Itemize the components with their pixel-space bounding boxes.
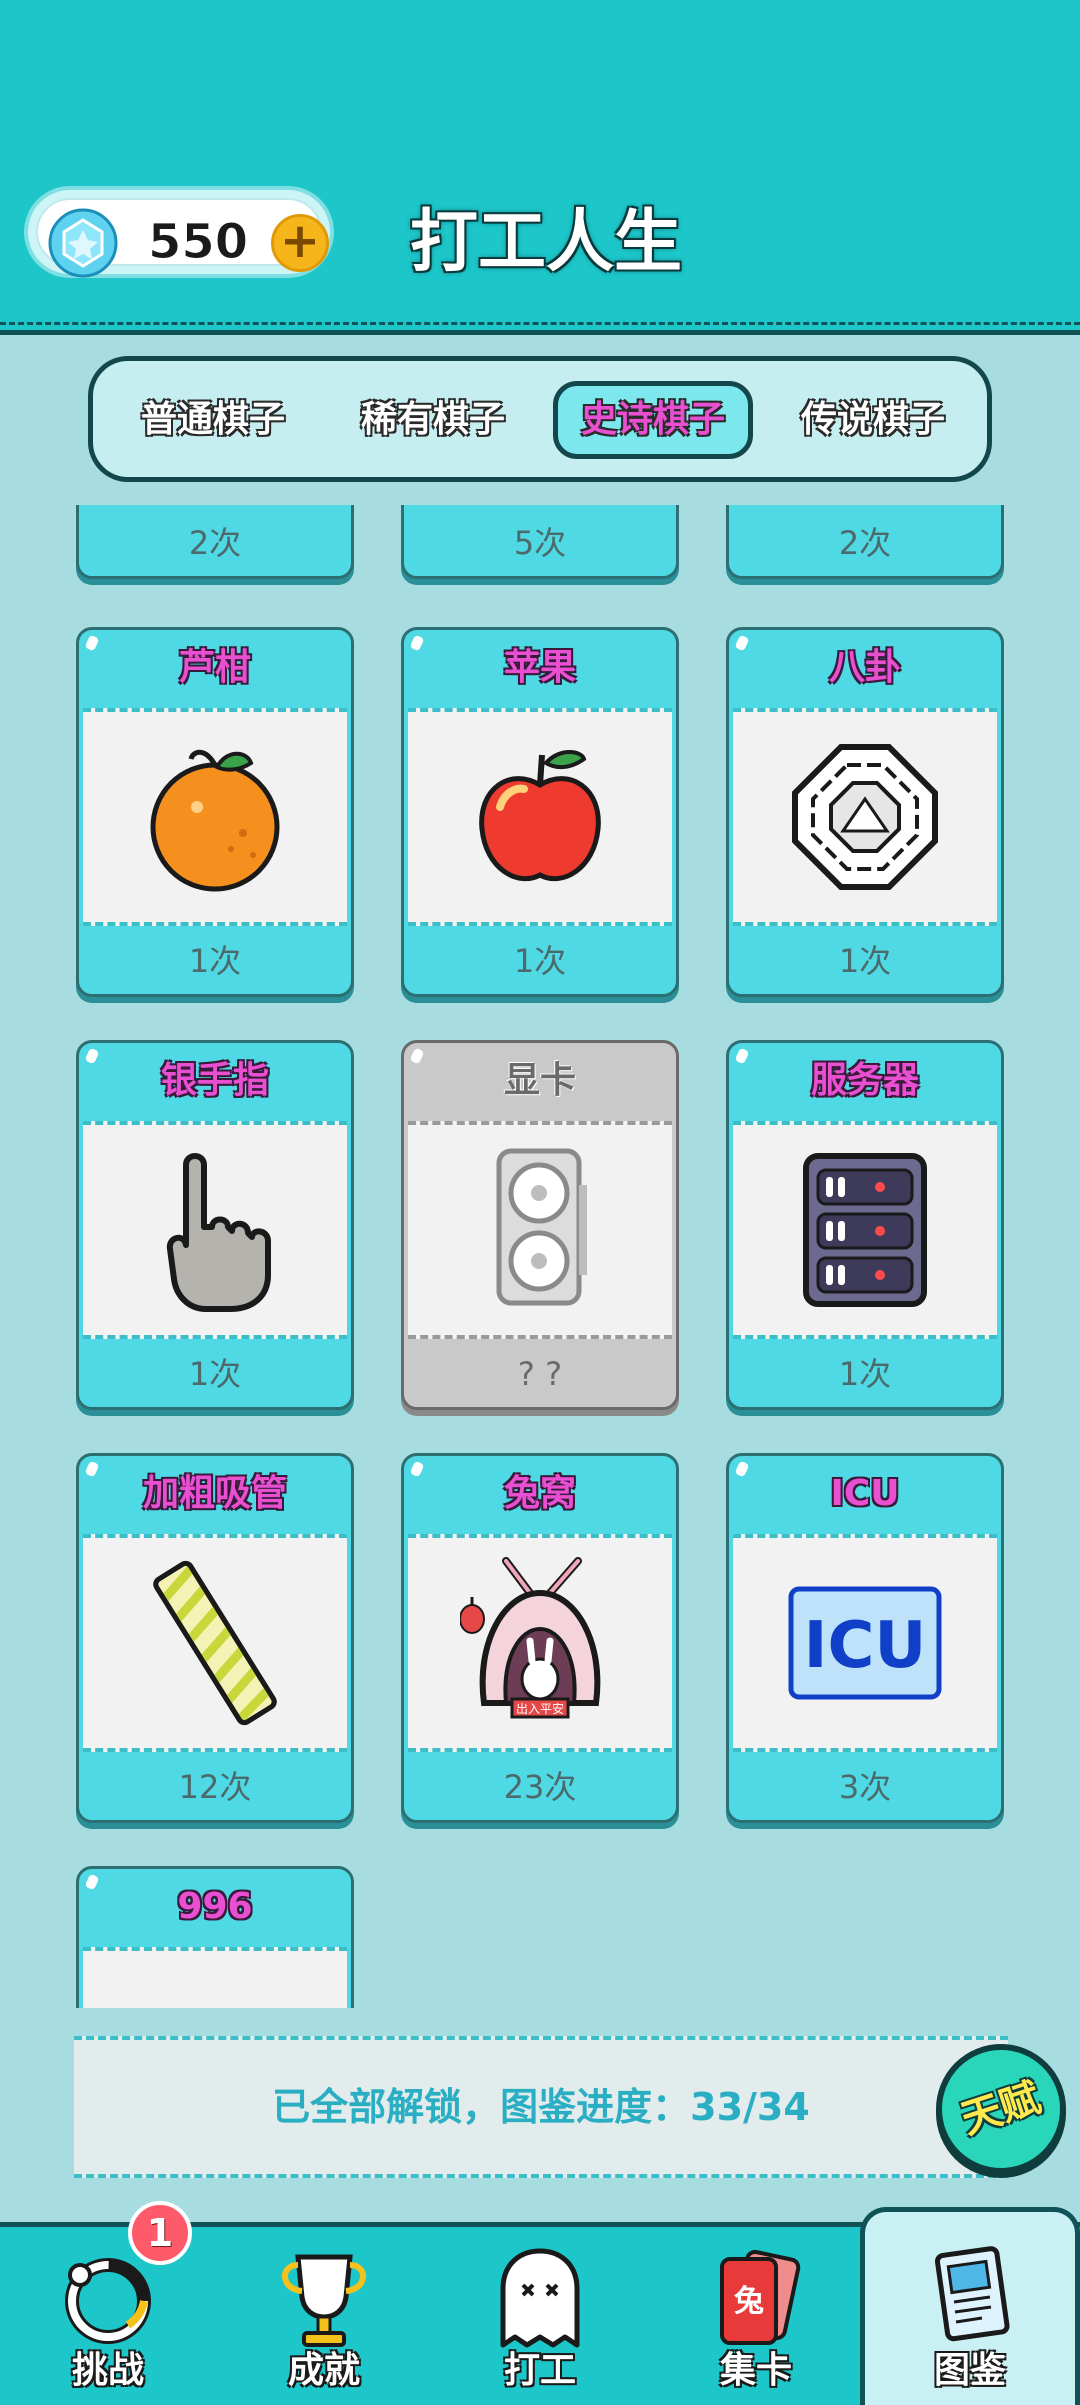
gem-balance-inner: 550 + [36, 198, 329, 278]
trophy-icon [282, 2254, 366, 2347]
card-title: 苹果 [503, 647, 576, 688]
card-image [83, 1534, 347, 1752]
gem-count: 550 [147, 214, 249, 271]
card-bagua[interactable]: 八卦 1次 [726, 627, 1004, 997]
bagua-icon [792, 744, 938, 890]
card-image [408, 1121, 672, 1339]
rabbit-house-sign: 出入平安 [516, 1701, 564, 1716]
card-thick-straw[interactable]: 加粗吸管 12次 [76, 1453, 354, 1823]
rabbit-house-icon: 出入平安 [460, 1557, 601, 1719]
card-count: 3次 [838, 1768, 892, 1806]
card-title: 996 [177, 1886, 253, 1927]
card-image: 出入平安 [408, 1534, 672, 1752]
card-icu[interactable]: ICU ICU 3次 [726, 1453, 1004, 1823]
card-count: 23次 [503, 1768, 577, 1806]
card-count: 1次 [188, 1355, 242, 1393]
icu-sign-icon: ICU [788, 1586, 942, 1700]
card-count: 2次 [838, 524, 892, 562]
card-title: 银手指 [160, 1060, 269, 1101]
card-rabbit-house[interactable]: 兔窝 出入平安 23次 [401, 1453, 679, 1823]
nav-achievements[interactable]: 成就 [216, 2227, 432, 2405]
card-count: 12次 [178, 1768, 252, 1806]
card-image [408, 708, 672, 926]
cards-icon: 兔 [720, 2249, 801, 2345]
card-count: 5次 [513, 524, 567, 562]
tab-common[interactable]: 普通棋子 [113, 381, 313, 459]
top-header: 550 + 打工人生 [0, 0, 1080, 335]
card-count: 1次 [188, 942, 242, 980]
nav-work[interactable]: 打工 [432, 2227, 648, 2405]
add-gems-button[interactable]: + [271, 214, 329, 272]
icu-sign-text: ICU [804, 1609, 927, 1683]
book-icon [934, 2246, 1010, 2342]
page-title: 打工人生 [410, 203, 683, 282]
card-count: ? ? [517, 1355, 563, 1393]
tab-legendary[interactable]: 传说棋子 [773, 381, 973, 459]
nav-collect-cards[interactable]: 兔 集卡 [648, 2227, 864, 2405]
calendar-icon [135, 1986, 295, 2008]
straw-icon [153, 1560, 277, 1726]
talent-button[interactable]: 天赋 [936, 2044, 1066, 2174]
collection-card[interactable]: 2次 [726, 505, 1004, 579]
collection-progress-text: 已全部解锁，图鉴进度：33/34 [272, 2085, 810, 2129]
card-title: 芦柑 [178, 647, 251, 688]
collection-card[interactable]: 2次 [76, 505, 354, 579]
apple-icon [479, 750, 601, 882]
nav-label: 挑战 [71, 2350, 144, 2391]
gem-icon [48, 208, 118, 278]
card-count: 2次 [188, 524, 242, 562]
card-image [83, 1947, 347, 2008]
nav-label: 图鉴 [933, 2350, 1006, 2391]
cards-icon-text: 兔 [734, 2284, 764, 2319]
collection-grid[interactable]: 2次 5次 2次 芦柑 1次 苹果 1次 八卦 1次 银手指 1次 显卡 ? ?… [0, 505, 1080, 2008]
server-icon [803, 1153, 927, 1307]
card-apple[interactable]: 苹果 1次 [401, 627, 679, 997]
notification-badge: 1 [128, 2201, 192, 2265]
card-title: 服务器 [810, 1060, 919, 1101]
card-title: 显卡 [503, 1060, 576, 1101]
card-image [83, 708, 347, 926]
tab-rare[interactable]: 稀有棋子 [333, 381, 533, 459]
collection-card[interactable]: 5次 [401, 505, 679, 579]
card-title: 兔窝 [503, 1473, 576, 1514]
card-image [83, 1121, 347, 1339]
ghost-icon [500, 2248, 580, 2348]
header-divider [0, 322, 1080, 325]
nav-label: 成就 [287, 2350, 360, 2391]
nav-label: 集卡 [719, 2350, 792, 2391]
card-image: ICU [733, 1534, 997, 1752]
card-image [733, 708, 997, 926]
pointing-finger-icon [166, 1153, 271, 1312]
card-silver-finger[interactable]: 银手指 1次 [76, 1040, 354, 1410]
card-graphics-card[interactable]: 显卡 ? ? [401, 1040, 679, 1410]
card-count: 1次 [513, 942, 567, 980]
graphics-card-icon [496, 1148, 587, 1306]
card-title: 八卦 [828, 647, 901, 688]
card-server[interactable]: 服务器 1次 [726, 1040, 1004, 1410]
collection-status: 已全部解锁，图鉴进度：33/34 [74, 2036, 1008, 2178]
nav-label: 打工 [503, 2350, 576, 2391]
card-count: 1次 [838, 942, 892, 980]
tangerine-icon [150, 749, 280, 892]
card-tangerine[interactable]: 芦柑 1次 [76, 627, 354, 997]
card-count: 1次 [838, 1355, 892, 1393]
nav-collection[interactable]: 图鉴 [860, 2207, 1080, 2405]
rarity-tabs: 普通棋子 稀有棋子 史诗棋子 传说棋子 [88, 356, 992, 482]
card-996[interactable]: 996 [76, 1866, 354, 2008]
nav-challenge[interactable]: 1 挑战 [0, 2201, 216, 2405]
card-image [733, 1121, 997, 1339]
card-title: ICU [830, 1473, 900, 1514]
gem-balance[interactable]: 550 + [24, 186, 334, 278]
bottom-nav: 1 挑战 成就 打工 兔 集卡 图鉴 [0, 2201, 1080, 2405]
card-title: 加粗吸管 [142, 1473, 287, 1514]
tab-epic[interactable]: 史诗棋子 [553, 381, 753, 459]
